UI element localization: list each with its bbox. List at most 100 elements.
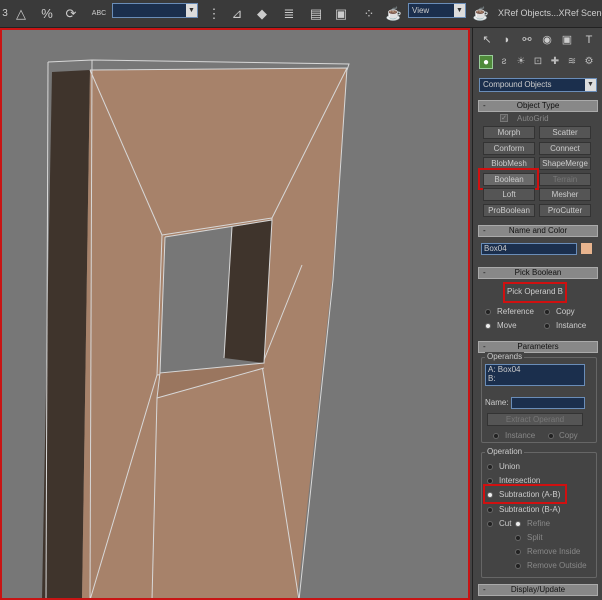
render-dropdown[interactable]: View ▼	[408, 3, 466, 18]
move-radio[interactable]	[485, 323, 491, 329]
shapes-tab-icon[interactable]: ƨ	[497, 55, 511, 69]
viewport-scene	[42, 59, 350, 598]
snap-label: 3	[2, 8, 8, 19]
pick-boolean-rollout[interactable]: - Pick Boolean	[478, 267, 598, 279]
systems-tab-icon[interactable]: ⚙	[582, 55, 596, 69]
conform-button[interactable]: Conform	[483, 142, 535, 155]
remove-outside-label: Remove Outside	[527, 561, 587, 570]
union-radio[interactable]	[487, 464, 493, 470]
selection-filter-icon[interactable]: ⋮	[205, 5, 223, 23]
copy-radio[interactable]	[544, 309, 550, 315]
instance-label: Instance	[556, 321, 587, 330]
remove-inside-radio[interactable]	[515, 549, 521, 555]
extract-instance-label: Instance	[505, 431, 536, 440]
autogrid-checkbox[interactable]: ✓	[500, 114, 508, 122]
copy-label: Copy	[556, 307, 575, 316]
display-tab-icon[interactable]: ▣	[559, 32, 575, 48]
mirror-icon[interactable]: ⊿	[228, 5, 246, 23]
viewport[interactable]	[0, 28, 470, 600]
operands-label: Operands	[485, 352, 525, 361]
layer-manager-icon[interactable]: ≣	[280, 5, 298, 23]
category-dropdown[interactable]: Compound Objects ▼	[479, 78, 597, 92]
move-label: Move	[497, 321, 517, 330]
collapse-icon: -	[483, 342, 486, 351]
xref-label[interactable]: XRef Objects...XRef Scene...	[498, 8, 602, 18]
lights-tab-icon[interactable]: ☀	[514, 55, 528, 69]
shapemerge-button[interactable]: ShapeMerge	[539, 157, 591, 170]
rollout-title: Display/Update	[510, 585, 566, 594]
mesher-button[interactable]: Mesher	[539, 188, 591, 201]
modify-tab-icon[interactable]: ◗	[499, 32, 515, 48]
geometry-tab-icon[interactable]: ●	[479, 55, 493, 69]
space-warps-tab-icon[interactable]: ≋	[565, 55, 579, 69]
extract-operand-button[interactable]: Extract Operand	[487, 413, 583, 426]
procutter-button[interactable]: ProCutter	[539, 204, 591, 217]
command-panel: ↖ ◗ ⚯ ◉ ▣ T ● ƨ ☀ ⊡ ✚ ≋ ⚙ Compound Objec…	[472, 28, 602, 600]
collapse-icon: -	[483, 268, 486, 277]
object-type-rollout[interactable]: - Object Type	[478, 100, 598, 112]
graph-editor-icon[interactable]: ▤	[307, 5, 325, 23]
terrain-button[interactable]: Terrain	[539, 173, 591, 186]
split-radio[interactable]	[515, 535, 521, 541]
chevron-down-icon[interactable]: ▼	[585, 79, 596, 91]
loft-button[interactable]: Loft	[483, 188, 535, 201]
autogrid-label: AutoGrid	[517, 114, 549, 123]
display-update-rollout[interactable]: - Display/Update	[478, 584, 598, 596]
name-color-rollout[interactable]: - Name and Color	[478, 225, 598, 237]
category-dropdown-value: Compound Objects	[483, 80, 552, 89]
cut-label: Cut	[499, 519, 512, 528]
extract-copy-label: Copy	[559, 431, 578, 440]
edit-named-selection-icon[interactable]: ABC	[88, 5, 110, 23]
rollout-title: Object Type	[516, 101, 560, 110]
material-editor-icon[interactable]: ⁘	[360, 5, 378, 23]
collapse-icon: -	[483, 585, 486, 594]
helpers-tab-icon[interactable]: ✚	[548, 55, 562, 69]
rollout-title: Pick Boolean	[514, 268, 562, 277]
abc-label: ABC	[91, 10, 107, 17]
remove-outside-radio[interactable]	[515, 563, 521, 569]
spinner-snap-icon[interactable]: ⟳	[62, 5, 80, 23]
reference-radio[interactable]	[485, 309, 491, 315]
chevron-down-icon[interactable]: ▼	[454, 4, 465, 17]
morph-button[interactable]: Morph	[483, 126, 535, 139]
object-name-field[interactable]: Box04	[481, 243, 577, 255]
operand-name-field[interactable]	[511, 397, 585, 409]
render-setup-icon[interactable]: ☕	[385, 5, 403, 23]
collapse-icon: -	[483, 101, 486, 110]
proboolean-button[interactable]: ProBoolean	[483, 204, 535, 217]
subtraction-ab-highlight	[483, 484, 567, 504]
remove-inside-label: Remove Inside	[527, 547, 581, 556]
cut-radio[interactable]	[487, 521, 493, 527]
operand-a[interactable]: A: Box04	[488, 365, 584, 374]
create-subtabs: ● ƨ ☀ ⊡ ✚ ≋ ⚙	[477, 53, 599, 73]
cameras-tab-icon[interactable]: ⊡	[531, 55, 545, 69]
render-icon[interactable]: ☕	[472, 5, 490, 23]
reference-label: Reference	[497, 307, 534, 316]
schematic-view-icon[interactable]: ▣	[332, 5, 350, 23]
align-icon[interactable]: ◆	[253, 5, 271, 23]
refine-label: Refine	[527, 519, 551, 528]
rollout-title: Name and Color	[508, 226, 568, 235]
chevron-down-icon[interactable]: ▼	[186, 4, 197, 17]
named-selection-set[interactable]: ▼	[112, 3, 198, 18]
extract-instance-radio[interactable]	[493, 433, 499, 439]
instance-radio[interactable]	[544, 323, 550, 329]
snap-3d-icon[interactable]: 3	[0, 5, 10, 23]
angle-snap-icon[interactable]: △	[12, 5, 30, 23]
operands-list[interactable]: A: Box04 B:	[485, 364, 585, 386]
utilities-tab-icon[interactable]: T	[581, 32, 597, 48]
hierarchy-tab-icon[interactable]: ⚯	[519, 32, 535, 48]
create-tab-icon[interactable]: ↖	[479, 32, 495, 48]
pick-operand-highlight	[503, 282, 567, 303]
scatter-button[interactable]: Scatter	[539, 126, 591, 139]
operand-b[interactable]: B:	[488, 374, 584, 383]
refine-radio[interactable]	[515, 521, 521, 527]
motion-tab-icon[interactable]: ◉	[539, 32, 555, 48]
object-color-swatch[interactable]	[581, 243, 592, 254]
percent-snap-icon[interactable]: %	[38, 5, 56, 23]
frame-inner-side	[42, 70, 90, 598]
union-label: Union	[499, 462, 520, 471]
connect-button[interactable]: Connect	[539, 142, 591, 155]
subtraction-ba-radio[interactable]	[487, 507, 493, 513]
extract-copy-radio[interactable]	[548, 433, 554, 439]
